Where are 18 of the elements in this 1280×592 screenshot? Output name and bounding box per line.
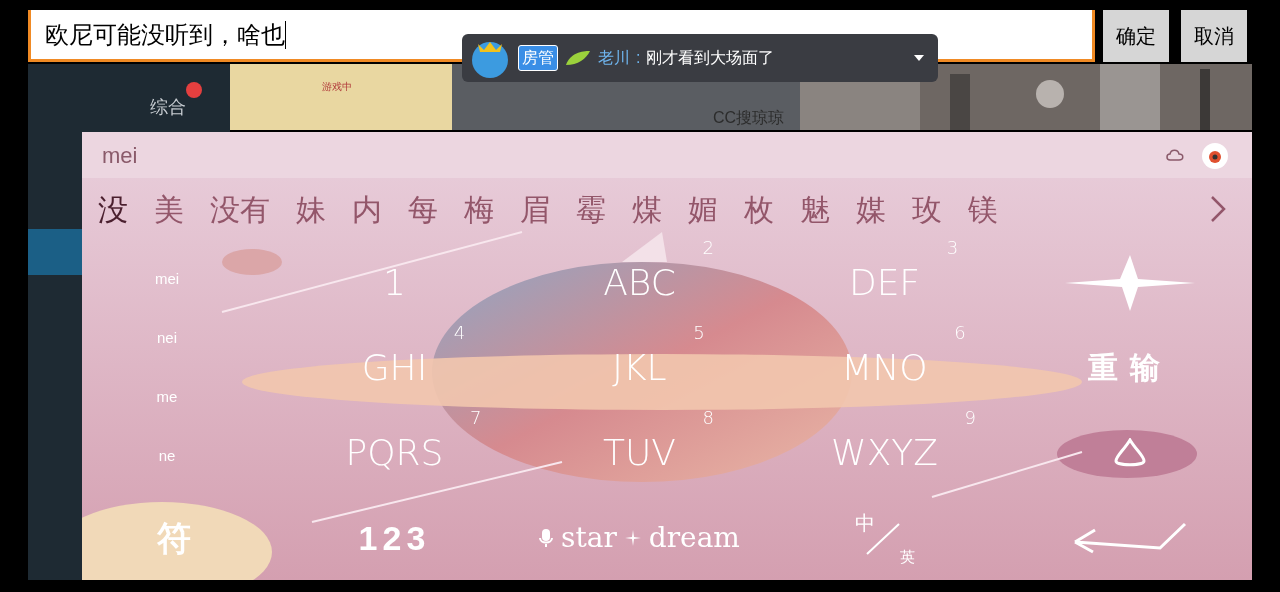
chat-message: 刚才看到大场面了 (646, 48, 776, 68)
moderator-badge: 房管 (518, 45, 558, 71)
key-digit: 5 (693, 321, 705, 345)
key-digit: 2 (702, 235, 714, 260)
username: 老川 (598, 48, 630, 68)
separator: : (636, 48, 641, 68)
key-digit: 7 (470, 406, 482, 431)
key-digit: 8 (702, 406, 714, 431)
space-label: dream (648, 520, 740, 556)
status-label: 游戏中 (322, 80, 352, 94)
key-digit: 3 (946, 235, 959, 260)
english-label: 英 (899, 546, 915, 567)
key-digit: 4 (453, 321, 466, 345)
key-digit: 6 (954, 321, 966, 345)
composition-text: mei (102, 141, 139, 170)
chinese-label: 中 (854, 511, 875, 536)
key-digit: 9 (964, 406, 976, 431)
space-label: star (561, 520, 617, 556)
